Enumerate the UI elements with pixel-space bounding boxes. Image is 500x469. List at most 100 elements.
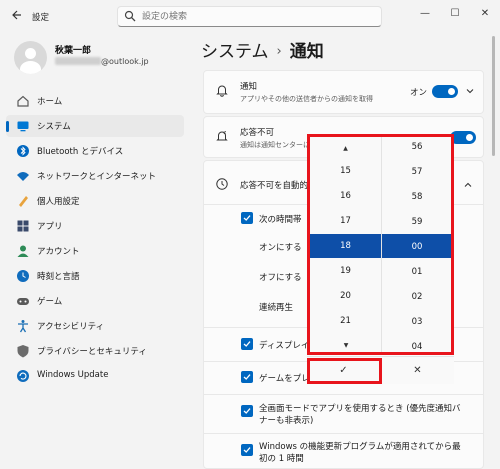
scrollbar[interactable] xyxy=(492,36,495,156)
hour-column[interactable]: ▲ 15 16 17 18 19 20 21 xyxy=(310,137,382,352)
dnd-title: 応答不可 xyxy=(240,128,275,138)
chevron-down-icon[interactable] xyxy=(465,86,477,98)
user-email: @outlook.jp xyxy=(55,57,149,66)
search-input[interactable] xyxy=(142,9,372,24)
sidebar-item-apps[interactable]: アプリ xyxy=(6,215,184,237)
back-arrow-icon[interactable] xyxy=(8,9,24,25)
avatar[interactable] xyxy=(14,41,47,74)
sidebar-item-bluetooth[interactable]: Bluetooth とデバイス xyxy=(6,140,184,162)
sidebar-item-system[interactable]: システム xyxy=(6,115,184,137)
display-duplicate-checkbox[interactable] xyxy=(241,338,253,350)
minute-option[interactable]: 02 xyxy=(383,285,451,310)
minute-option[interactable]: 04 xyxy=(383,335,451,352)
breadcrumb-separator: › xyxy=(276,44,282,59)
sidebar-item-personalization[interactable]: 個人用設定 xyxy=(6,190,184,212)
notifications-desc: アプリやその他の送信者からの通知を取得 xyxy=(240,95,373,103)
minimize-button[interactable]: — xyxy=(414,4,436,24)
dismiss-close-icon[interactable]: ✕ xyxy=(381,361,454,381)
minute-option[interactable]: 56 xyxy=(383,137,451,160)
sidebar-item-label: ネットワークとインターネット xyxy=(37,172,157,182)
sidebar-item-label: アクセシビリティ xyxy=(37,322,105,332)
off-time-label: オフにする xyxy=(259,273,302,283)
time-range-label: 次の時間帯 xyxy=(259,215,302,225)
sidebar-item-accounts[interactable]: アカウント xyxy=(6,240,184,262)
sidebar-item-privacy[interactable]: プライバシーとセキュリティ xyxy=(6,340,184,362)
chevron-up-icon[interactable] xyxy=(463,180,475,192)
sidebar-item-label: ホーム xyxy=(37,97,63,107)
network-icon xyxy=(16,169,30,183)
notifications-state: オン xyxy=(410,88,428,98)
minute-option[interactable]: 01 xyxy=(383,260,451,285)
windows-update-label: Windows の機能更新プログラムが適用されてから最初の 1 時間 xyxy=(259,442,461,464)
minute-option[interactable]: 00 xyxy=(383,235,451,260)
notifications-toggle[interactable] xyxy=(432,85,458,98)
hour-option[interactable]: 21 xyxy=(310,309,381,334)
breadcrumb-parent[interactable]: システム xyxy=(201,42,269,62)
clock-icon xyxy=(215,177,229,194)
hour-option[interactable]: 16 xyxy=(310,184,381,209)
sidebar-item-home[interactable]: ホーム xyxy=(6,90,184,112)
auto-dnd-title: 応答不可を自動的 xyxy=(240,181,309,191)
minute-option[interactable]: 58 xyxy=(383,185,451,210)
sidebar-item-time-language[interactable]: 時刻と言語 xyxy=(6,265,184,287)
window-title: 設定 xyxy=(32,13,50,23)
divider xyxy=(203,394,484,395)
gaming-checkbox[interactable] xyxy=(241,371,253,383)
fullscreen-checkbox[interactable] xyxy=(241,405,253,417)
personalization-icon xyxy=(16,194,30,208)
sidebar-item-label: Bluetooth とデバイス xyxy=(37,147,124,157)
repeat-label: 連続再生 xyxy=(259,303,294,313)
user-name: 秋葉一郎 xyxy=(55,46,92,56)
bell-icon xyxy=(215,83,229,100)
divider xyxy=(203,433,484,434)
sidebar-item-label: アプリ xyxy=(37,222,63,232)
windows-update-checkbox[interactable] xyxy=(241,444,253,456)
windows-update-icon xyxy=(16,369,30,383)
sidebar-item-label: プライバシーとセキュリティ xyxy=(37,347,147,357)
selection-indicator xyxy=(6,121,9,132)
sidebar-item-label: 個人用設定 xyxy=(37,197,80,207)
search-box[interactable] xyxy=(117,6,382,27)
hour-option[interactable]: 17 xyxy=(310,209,381,234)
dnd-desc: 通知は通知センターに xyxy=(240,141,310,149)
privacy-icon xyxy=(16,344,30,358)
svg-text:z: z xyxy=(224,130,227,136)
bluetooth-icon xyxy=(16,144,30,158)
hour-option[interactable]: 20 xyxy=(310,284,381,309)
system-icon xyxy=(16,119,30,133)
hour-option[interactable]: 19 xyxy=(310,259,381,284)
sidebar-item-accessibility[interactable]: アクセシビリティ xyxy=(6,315,184,337)
minute-option[interactable]: 59 xyxy=(383,210,451,235)
scroll-up-arrow-icon[interactable]: ▲ xyxy=(310,145,381,152)
accounts-icon xyxy=(16,244,30,258)
minute-column[interactable]: 56 57 58 59 00 01 02 03 04 xyxy=(383,137,451,352)
apps-icon xyxy=(16,219,30,233)
fullscreen-label: 全画面モードでアプリを使用するとき (優先度通知バナーも非表示) xyxy=(259,404,461,426)
time-language-icon xyxy=(16,269,30,283)
notifications-title: 通知 xyxy=(240,82,258,92)
accept-highlight-box xyxy=(307,358,382,384)
maximize-button[interactable]: ☐ xyxy=(444,4,466,24)
close-button[interactable]: ✕ xyxy=(474,4,496,24)
hour-option[interactable]: 18 xyxy=(310,234,381,259)
page-title: 通知 xyxy=(289,42,324,62)
time-picker-popup: ▲ 15 16 17 18 19 20 21 56 57 58 59 00 01 02 03 04 ▼ xyxy=(307,134,454,355)
sidebar-item-gaming[interactable]: ゲーム xyxy=(6,290,184,312)
time-range-checkbox[interactable] xyxy=(241,212,253,224)
minute-option[interactable]: 03 xyxy=(383,310,451,335)
on-time-label: オンにする xyxy=(259,243,302,253)
minute-option[interactable]: 57 xyxy=(383,160,451,185)
sidebar-item-network[interactable]: ネットワークとインターネット xyxy=(6,165,184,187)
accessibility-icon xyxy=(16,319,30,333)
sidebar-item-label: ゲーム xyxy=(37,297,63,307)
sidebar-item-windows-update[interactable]: Windows Update xyxy=(6,365,184,387)
home-icon xyxy=(16,94,30,108)
sidebar-item-label: アカウント xyxy=(37,247,80,257)
bell-snooze-icon: z xyxy=(215,129,229,146)
scroll-down-arrow-icon[interactable]: ▼ xyxy=(310,342,382,349)
hour-option[interactable]: 15 xyxy=(310,159,381,184)
sidebar-item-label: 時刻と言語 xyxy=(37,272,80,282)
search-icon xyxy=(124,10,136,22)
breadcrumb: システム › 通知 xyxy=(201,37,324,62)
sidebar-item-label: Windows Update xyxy=(37,370,109,380)
